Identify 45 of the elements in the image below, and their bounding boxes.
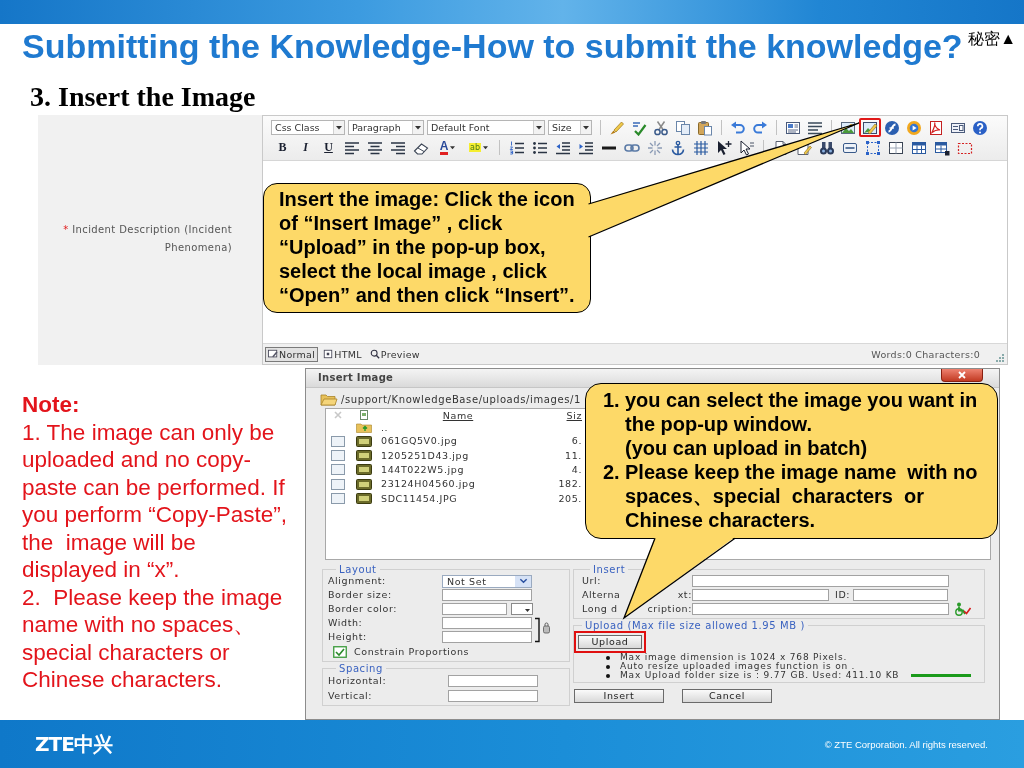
- word-count: Words:0 Characters:0: [871, 348, 980, 360]
- slide-title: Submitting the Knowledge-How to submit the knowledge?: [22, 26, 963, 66]
- checkbox-label: Constrain Proportions: [354, 646, 470, 657]
- callout-note: (you can upload in batch): [625, 436, 869, 460]
- dialog-title: Insert Image: [318, 371, 394, 385]
- note-paragraph: 1. The image can only be uploaded and no copy-paste can be performed. If you perform “Copy-Paste”, the image will be displayed in “x”.: [22, 418, 289, 584]
- file-size: 4.: [571, 463, 583, 476]
- field-label: Border size:: [328, 589, 393, 601]
- field-label: Long d: [582, 603, 618, 615]
- field-label: Incident Description (Incident Phenomena): [71, 224, 232, 253]
- field-label: Width:: [328, 617, 364, 629]
- field-label: Horizontal:: [328, 674, 388, 687]
- upload-note: Max Upload folder size is : 9.77 GB. Used: 411.10 KB: [620, 671, 900, 680]
- field-label: Vertical:: [328, 689, 374, 702]
- file-size: 11.: [565, 449, 583, 462]
- list-number: 1.: [603, 388, 621, 413]
- field-label: Height:: [328, 631, 368, 643]
- callout-text: Insert the image: Click the icon of “Insert Image” , click “Upload” in the pop-up box, select the local image , click “Open” and then click “Insert”.: [279, 187, 576, 307]
- copyright-text: © ZTE Corporation. All rights reserved.: [824, 738, 988, 750]
- field-label: Border color:: [328, 603, 399, 615]
- group-legend: Insert: [590, 565, 629, 574]
- field-label: Alterna: [582, 589, 621, 601]
- upload-note: Max image dimension is 1024 x 768 Pixels.: [620, 653, 848, 662]
- file-size: 182.: [558, 478, 583, 491]
- field-label: xt:: [677, 589, 692, 601]
- callout-text: you can select the image you want in the pop-up window.: [625, 388, 979, 436]
- list-number: 2.: [603, 460, 621, 485]
- field-label: Alignment:: [328, 575, 387, 587]
- classification-label: 秘密▲: [968, 30, 1016, 48]
- group-legend: Spacing: [336, 664, 386, 673]
- step-heading: 3. Insert the Image: [30, 80, 257, 113]
- group-legend: Upload (Max file size allowed 1.95 MB ): [582, 621, 809, 630]
- callout-text: Please keep the image name with no spaces、special characters or Chinese characters.: [625, 460, 979, 532]
- group-legend: Layout: [336, 565, 380, 574]
- field-label: ID:: [835, 589, 851, 601]
- folder-path: /support/KnowledgeBase/uploads/images/1: [341, 393, 581, 405]
- note-heading: Note:: [22, 391, 81, 419]
- required-mark: *: [63, 224, 69, 235]
- upload-note: Auto resize uploaded images function is on .: [620, 662, 856, 671]
- file-size: 205.: [558, 492, 583, 505]
- field-label: cription:: [647, 603, 692, 615]
- note-paragraph: 2. Please keep the image name with no spaces、special characters or Chinese characters.: [22, 583, 284, 694]
- file-size: 6.: [571, 435, 583, 448]
- company-logo: ZTE中兴: [35, 730, 112, 758]
- field-label: Url:: [582, 575, 602, 587]
